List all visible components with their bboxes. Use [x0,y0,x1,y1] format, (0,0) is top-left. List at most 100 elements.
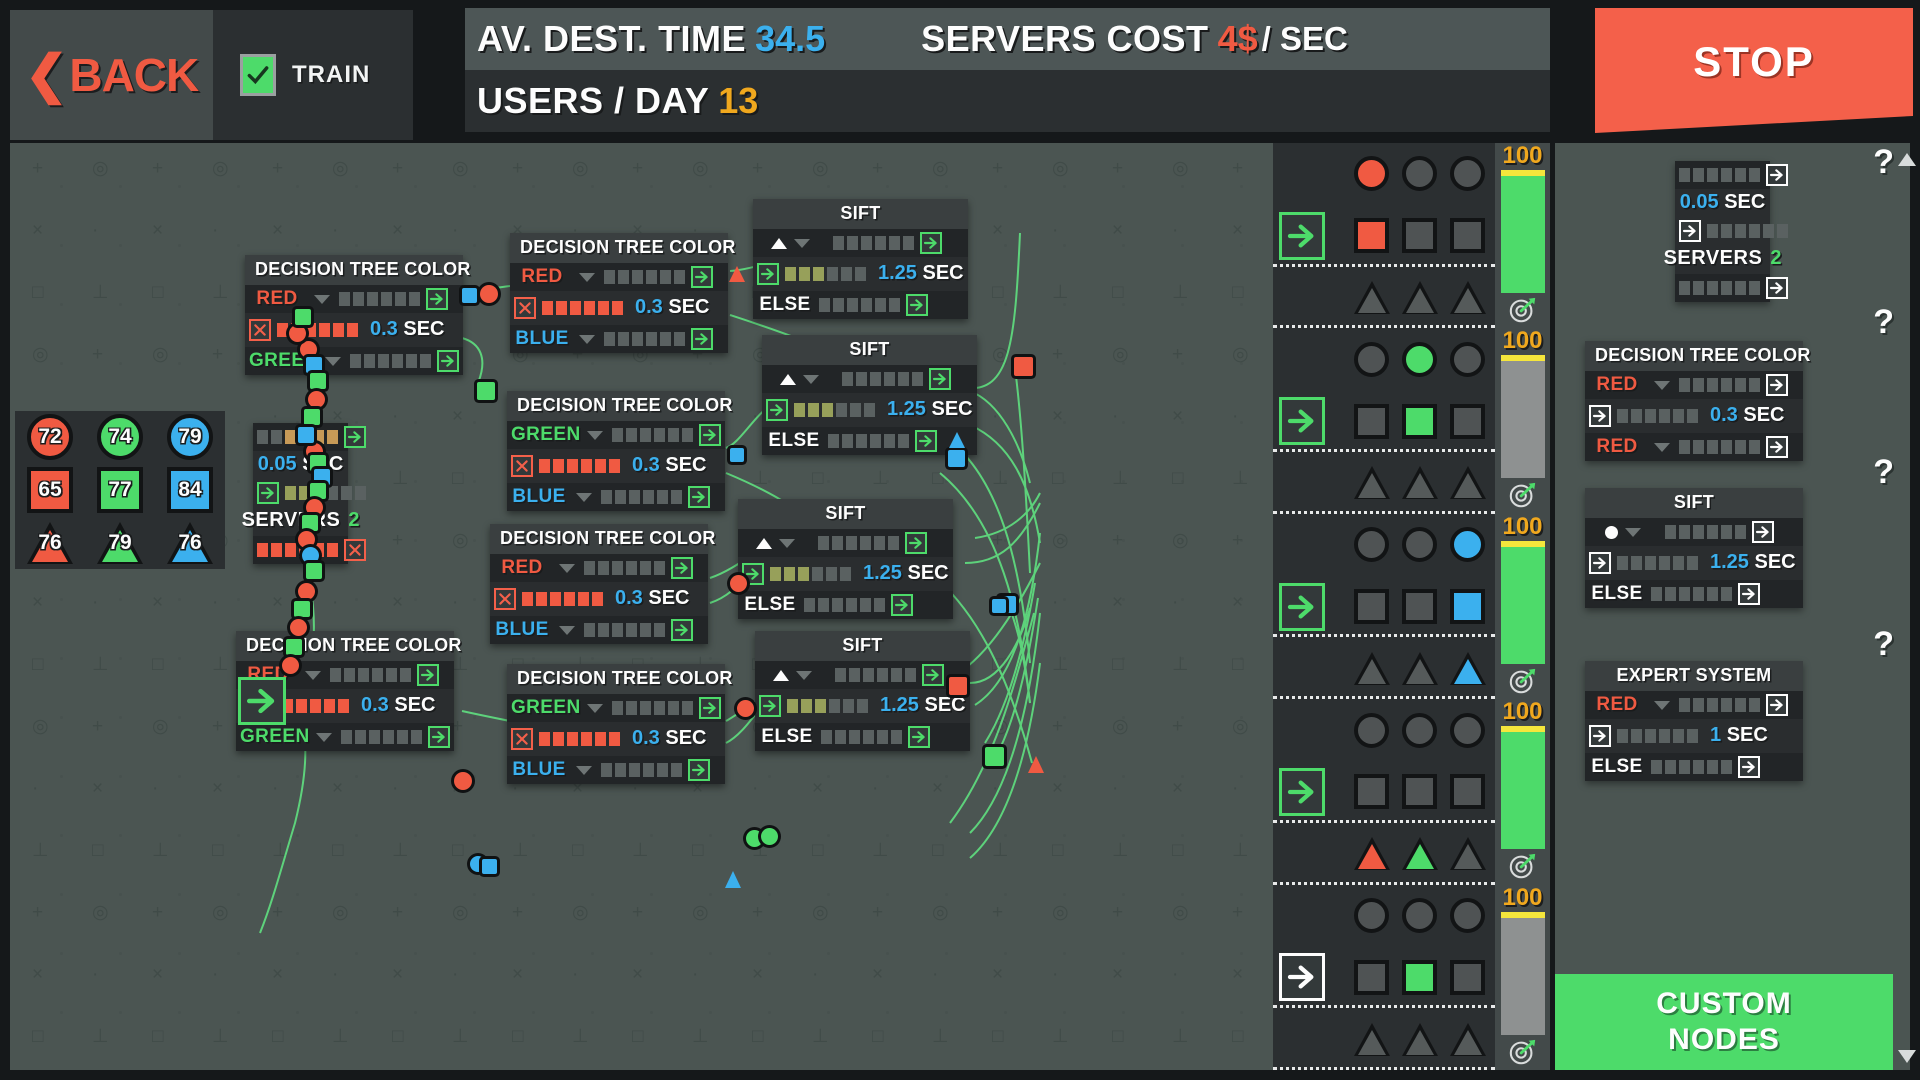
train-checkbox[interactable] [240,54,276,96]
bar-segment[interactable] [324,699,335,713]
sift-selector-triangle[interactable] [756,537,772,549]
bar-segment[interactable] [836,403,847,417]
node-port[interactable] [437,350,459,372]
bar-segment[interactable] [327,430,338,444]
node-condition[interactable]: BLUE [511,759,567,781]
node-bar[interactable] [601,763,682,777]
node-port[interactable] [688,486,710,508]
node-sift[interactable]: SIFT 1.25 SEC ELSE [738,499,953,619]
bar-segment[interactable] [842,372,853,386]
node-row[interactable]: RED [245,285,463,313]
bar-segment[interactable] [884,372,895,386]
bar-segment[interactable] [799,267,810,281]
bar-segment[interactable] [889,236,900,250]
chevron-down-icon[interactable] [559,625,575,635]
bar-segment[interactable] [1693,440,1704,454]
bar-segment[interactable] [875,236,886,250]
chevron-down-icon[interactable] [796,670,812,680]
node-port[interactable] [511,455,533,477]
node-port[interactable] [757,263,779,285]
bar-segment[interactable] [640,561,651,575]
bar-segment[interactable] [615,490,626,504]
chevron-down-icon[interactable] [579,272,595,282]
node-bar[interactable] [1651,587,1732,601]
bar-segment[interactable] [1693,587,1704,601]
bar-segment[interactable] [1659,409,1670,423]
bar-segment[interactable] [808,403,819,417]
bar-segment[interactable] [835,668,846,682]
node-canvas[interactable]: +◎+◎+◎+◎+◎+◎+◎+◎+◎+◎+×·×·×·×·×·×·×·×·×·×… [10,143,1273,1070]
node-row[interactable]: RED [1585,371,1803,399]
node-row[interactable]: ELSE [738,591,953,619]
bar-segment[interactable] [355,730,366,744]
node-row[interactable] [753,229,968,257]
bar-segment[interactable] [828,434,839,448]
bar-segment[interactable] [420,354,431,368]
bar-segment[interactable] [612,561,623,575]
bar-segment[interactable] [668,701,679,715]
bar-segment[interactable] [822,403,833,417]
node-row[interactable]: GREEN [507,694,725,722]
bar-segment[interactable] [654,701,665,715]
node-row[interactable]: BLUE [510,325,728,353]
chevron-down-icon[interactable] [314,294,330,304]
node-port[interactable] [906,294,928,316]
bar-segment[interactable] [784,567,795,581]
bar-segment[interactable] [898,434,909,448]
node-row[interactable]: ELSE [755,723,970,751]
bar-segment[interactable] [1749,281,1760,295]
bar-segment[interactable] [319,323,330,337]
bar-segment[interactable] [682,701,693,715]
bar-segment[interactable] [570,301,581,315]
bar-segment[interactable] [395,292,406,306]
bar-segment[interactable] [785,267,796,281]
sift-selector-triangle[interactable] [780,373,796,385]
bar-segment[interactable] [1665,587,1676,601]
node-bar[interactable] [833,236,914,250]
bar-segment[interactable] [870,434,881,448]
bar-segment[interactable] [640,428,651,442]
chevron-down-icon[interactable] [587,430,603,440]
node-port[interactable] [691,266,713,288]
node-row[interactable]: 0.3 SEC [510,291,728,325]
node-row[interactable]: 1.25 SEC [762,393,977,427]
bar-segment[interactable] [1679,587,1690,601]
bar-segment[interactable] [344,668,355,682]
bar-segment[interactable] [609,459,620,473]
bar-segment[interactable] [333,323,344,337]
node-bar[interactable] [1617,409,1698,423]
bar-segment[interactable] [1707,760,1718,774]
bar-segment[interactable] [850,403,861,417]
bar-segment[interactable] [598,623,609,637]
bar-segment[interactable] [1693,760,1704,774]
bar-segment[interactable] [604,270,615,284]
chevron-down-icon[interactable] [1654,380,1670,390]
chevron-down-icon[interactable] [1624,527,1641,537]
node-row[interactable]: GREEN [507,421,725,449]
node-condition[interactable]: BLUE [494,619,550,641]
node-port[interactable] [417,664,439,686]
node-condition[interactable]: GREEN [240,726,309,748]
bar-segment[interactable] [522,592,533,606]
node-port[interactable] [766,399,788,421]
bar-segment[interactable] [1749,440,1760,454]
bar-segment[interactable] [874,536,885,550]
bar-segment[interactable] [1687,409,1698,423]
bar-segment[interactable] [870,372,881,386]
bar-segment[interactable] [1693,698,1704,712]
node-row[interactable] [738,529,953,557]
bar-segment[interactable] [1735,281,1746,295]
node-bar[interactable] [604,270,685,284]
bar-segment[interactable] [1707,378,1718,392]
bar-segment[interactable] [1707,698,1718,712]
bar-segment[interactable] [1707,224,1718,238]
bar-segment[interactable] [629,763,640,777]
bar-segment[interactable] [313,430,324,444]
node-port[interactable] [1766,436,1788,458]
bar-segment[interactable] [372,668,383,682]
bar-segment[interactable] [567,459,578,473]
bar-segment[interactable] [840,567,851,581]
bar-segment[interactable] [392,354,403,368]
bar-segment[interactable] [1679,440,1690,454]
node-decision-tree-color[interactable]: DECISION TREE COLOR RED 0.3 SEC GREEN [245,255,470,375]
